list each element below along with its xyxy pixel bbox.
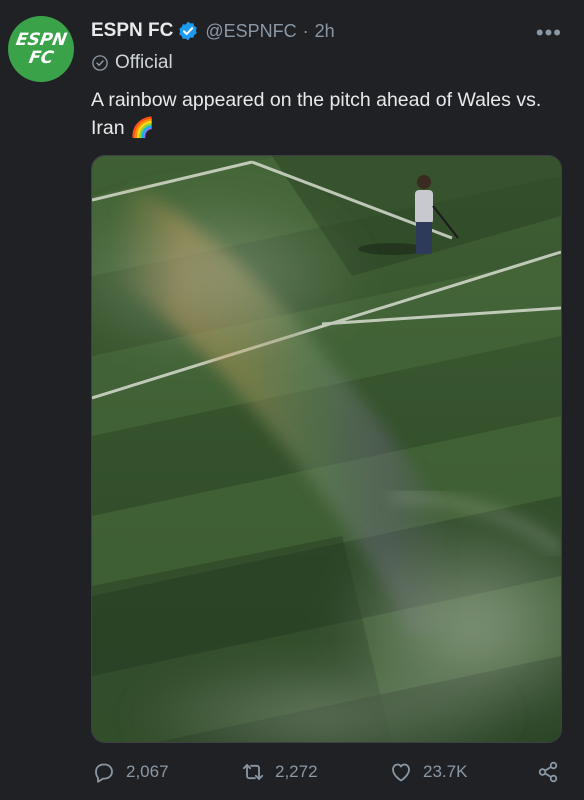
avatar[interactable]: ESPN FC [8,16,74,82]
affiliation: Official [91,52,173,74]
heart-icon [392,763,410,782]
retweet-count: 2,272 [275,762,318,781]
share-button[interactable] [536,760,570,784]
reply-count: 2,067 [126,762,169,781]
reply-icon [95,763,113,783]
tweet-header: ESPN FC @ESPNFC · 2h [91,18,335,44]
author-handle[interactable]: @ESPNFC [205,21,296,42]
tweet-timestamp[interactable]: 2h [315,21,335,42]
avatar-logo-line1: ESPN [14,29,69,50]
official-badge-icon [92,55,108,71]
share-icon [538,761,558,783]
reply-button[interactable]: 2,067 [92,760,169,784]
retweet-icon [242,764,264,780]
verified-badge-icon [179,21,198,41]
avatar-logo-line2: FC [27,47,55,68]
pitch-rainbow-image [92,156,561,742]
like-count: 23.7K [423,762,468,781]
affiliation-label: Official [115,52,173,73]
tweet-photo[interactable] [91,155,562,743]
author-name[interactable]: ESPN FC [91,20,173,42]
more-options-icon[interactable]: ••• [536,20,562,46]
retweet-button[interactable]: 2,272 [241,760,318,784]
separator-dot: · [302,20,309,41]
like-button[interactable]: 23.7K [389,760,467,784]
tweet-text: A rainbow appeared on the pitch ahead of… [91,89,542,139]
tweet-actions: 2,067 2,272 23.7K [0,760,584,788]
